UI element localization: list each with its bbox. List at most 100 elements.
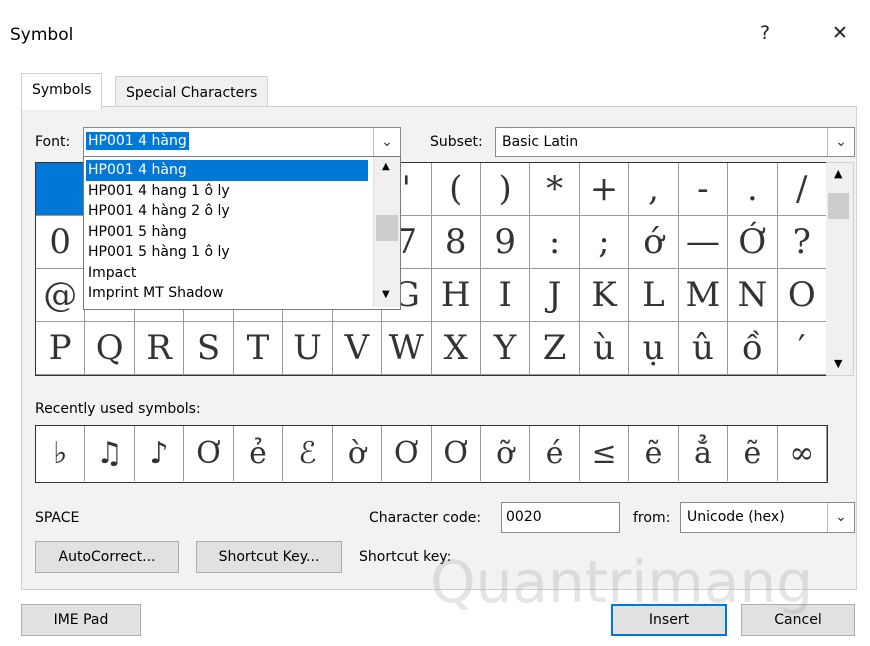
tab-special-characters[interactable]: Special Characters <box>115 76 269 110</box>
recent-symbol-cell[interactable]: Ơ <box>184 426 234 481</box>
symbol-cell[interactable]: P <box>36 322 86 375</box>
symbol-cell[interactable]: ′ <box>777 322 827 375</box>
symbol-cell[interactable] <box>36 163 86 216</box>
font-option[interactable]: HP001 5 hàng 1 ô ly <box>86 242 368 263</box>
symbol-cell[interactable]: + <box>579 163 630 216</box>
subset-combobox[interactable]: Basic Latin ⌄ <box>495 127 855 157</box>
list-scroll-down-icon[interactable]: ▼ <box>382 289 390 300</box>
font-option[interactable]: HP001 4 hàng 2 ô ly <box>86 201 368 222</box>
symbol-cell[interactable]: J <box>530 269 580 322</box>
watermark-logo: Quantrimang <box>430 548 814 616</box>
recent-symbol-cell[interactable]: é <box>530 426 580 481</box>
scroll-up-icon[interactable]: ▲ <box>834 167 842 180</box>
from-dropdown-arrow-icon[interactable]: ⌄ <box>827 503 854 532</box>
font-value: HP001 4 hàng <box>86 132 189 150</box>
symbol-cell[interactable]: ồ <box>728 322 778 375</box>
symbol-cell[interactable]: X <box>431 322 481 375</box>
scroll-down-icon[interactable]: ▼ <box>834 357 842 370</box>
from-value: Unicode (hex) <box>687 509 785 525</box>
font-combobox[interactable]: HP001 4 hàng ⌄ <box>83 127 401 157</box>
recent-symbol-cell[interactable]: ẻ <box>234 426 284 481</box>
symbol-cell[interactable]: M <box>678 269 729 322</box>
recent-symbol-cell[interactable]: ỡ <box>481 426 531 481</box>
tab-special-label: Special Characters <box>126 85 258 101</box>
recent-symbol-cell[interactable]: ∞ <box>778 426 827 481</box>
font-option[interactable]: HP001 4 hàng <box>86 160 368 181</box>
symbol-cell[interactable]: : <box>530 216 580 269</box>
tab-symbols[interactable]: Symbols <box>21 73 103 110</box>
subset-dropdown-arrow-icon[interactable]: ⌄ <box>827 128 854 156</box>
recent-symbol-cell[interactable]: ≤ <box>580 426 630 481</box>
symbol-grid-scrollbar[interactable]: ▲ ▼ <box>826 162 854 376</box>
font-option[interactable]: HP001 4 hang 1 ô ly <box>86 181 368 202</box>
symbol-cell[interactable]: @ <box>36 269 86 322</box>
character-code-input[interactable]: 0020 <box>501 502 620 533</box>
symbol-cell[interactable]: Ớ <box>728 216 778 269</box>
font-dropdown-list[interactable]: ▲ ▼ HP001 4 hàng HP001 4 hang 1 ô ly HP001… <box>83 156 401 310</box>
symbol-cell[interactable]: * <box>530 163 580 216</box>
recent-symbol-cell[interactable]: ờ <box>333 426 383 481</box>
recent-symbol-cell[interactable]: Ơ <box>382 426 432 481</box>
symbol-cell[interactable]: L <box>629 269 679 322</box>
scroll-thumb[interactable] <box>828 193 849 219</box>
symbol-cell[interactable]: 8 <box>431 216 481 269</box>
symbol-cell[interactable]: Z <box>530 322 580 375</box>
symbol-cell[interactable]: ; <box>579 216 630 269</box>
symbol-cell[interactable]: 9 <box>480 216 531 269</box>
help-button[interactable]: ? <box>760 22 770 44</box>
recent-symbol-cell[interactable]: ♭ <box>36 426 86 481</box>
recent-symbols-grid[interactable]: ♭ ♫ ♪ Ơẻ ℰờ Ơ Ơỡ é ≤ ẽ ẳ ẽ ∞ <box>35 425 828 483</box>
symbol-cell[interactable]: - <box>678 163 729 216</box>
recent-symbol-cell[interactable]: ẽ <box>629 426 679 481</box>
font-list-scrollbar[interactable]: ▲ ▼ <box>373 157 400 307</box>
list-scroll-thumb[interactable] <box>376 215 398 241</box>
symbol-cell[interactable]: O <box>777 269 827 322</box>
symbol-cell[interactable]: / <box>777 163 827 216</box>
character-name: SPACE <box>35 510 80 526</box>
recent-symbol-cell[interactable]: Ơ <box>432 426 481 481</box>
recent-symbol-cell[interactable]: ♫ <box>85 426 135 481</box>
font-label: Font: <box>35 134 71 150</box>
subset-value: Basic Latin <box>502 134 579 150</box>
ime-pad-button[interactable]: IME Pad <box>21 604 141 636</box>
symbol-cell[interactable]: , <box>629 163 679 216</box>
symbol-cell[interactable]: ? <box>777 216 827 269</box>
recent-symbol-cell[interactable]: ẽ <box>728 426 778 481</box>
symbol-cell[interactable]: Q <box>85 322 135 375</box>
recent-symbol-cell[interactable]: ♪ <box>135 426 185 481</box>
symbol-cell[interactable]: ) <box>480 163 531 216</box>
symbol-cell[interactable]: . <box>728 163 778 216</box>
symbol-cell[interactable]: ụ <box>629 322 679 375</box>
close-button[interactable]: ✕ <box>832 22 848 44</box>
symbol-cell[interactable]: U <box>283 322 333 375</box>
symbol-cell[interactable]: T <box>233 322 284 375</box>
from-combobox[interactable]: Unicode (hex) ⌄ <box>680 502 855 533</box>
font-option[interactable]: HP001 5 hàng <box>86 222 368 243</box>
symbol-cell[interactable]: S <box>184 322 234 375</box>
symbol-cell[interactable]: — <box>678 216 729 269</box>
autocorrect-button[interactable]: AutoCorrect... <box>35 541 179 573</box>
symbol-cell[interactable]: ớ <box>629 216 679 269</box>
symbol-cell[interactable]: R <box>134 322 185 375</box>
symbol-cell[interactable]: V <box>332 322 383 375</box>
font-option[interactable]: Imprint MT Shadow <box>86 283 368 304</box>
symbol-cell[interactable]: Y <box>480 322 531 375</box>
symbol-cell[interactable]: ù <box>579 322 630 375</box>
recent-symbol-cell[interactable]: ẳ <box>679 426 729 481</box>
symbol-cell[interactable]: K <box>579 269 630 322</box>
symbol-cell[interactable]: W <box>382 322 432 375</box>
font-dropdown-arrow-icon[interactable]: ⌄ <box>373 128 400 156</box>
symbol-cell[interactable]: N <box>728 269 778 322</box>
symbol-cell[interactable]: ( <box>431 163 481 216</box>
shortcut-key-button[interactable]: Shortcut Key... <box>196 541 342 573</box>
symbol-cell[interactable]: 0 <box>36 216 86 269</box>
tab-symbols-label: Symbols <box>32 82 92 98</box>
symbol-cell[interactable]: I <box>480 269 531 322</box>
list-scroll-up-icon[interactable]: ▲ <box>382 161 390 172</box>
font-option[interactable]: Impact <box>86 263 368 284</box>
from-label: from: <box>633 510 671 526</box>
recent-symbol-cell[interactable]: ℰ <box>283 426 333 481</box>
symbol-cell[interactable]: û <box>678 322 729 375</box>
dialog-title: Symbol <box>10 25 74 45</box>
symbol-cell[interactable]: H <box>431 269 481 322</box>
